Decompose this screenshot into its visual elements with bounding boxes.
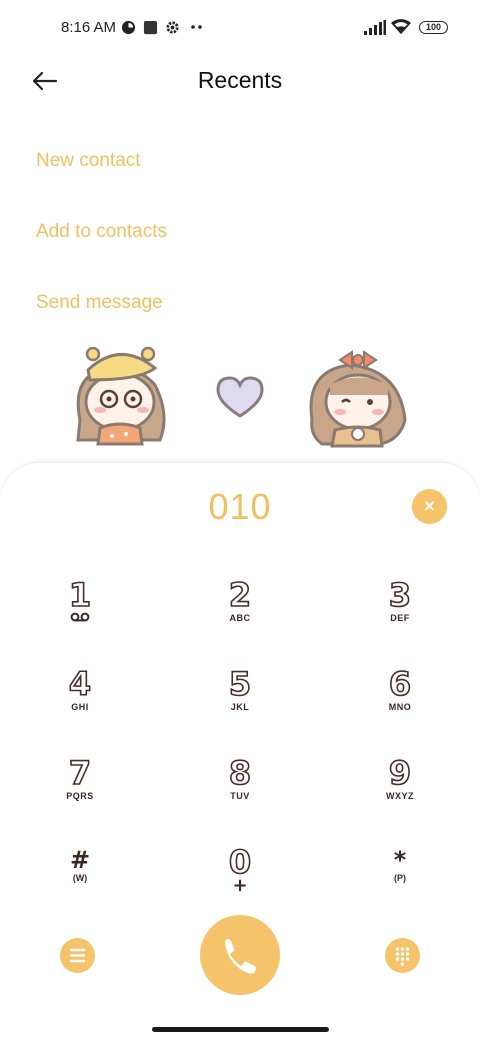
status-bar: 8:16 AM 100 [0,0,480,56]
phone-icon [225,939,256,974]
settings-gear-icon [166,21,179,34]
data-saver-icon [121,20,136,35]
key-7[interactable]: 7 PQRS [40,754,120,826]
key-5[interactable]: 5 JKL [200,665,280,737]
key-letters: (W) [72,873,88,883]
key-letters: + [232,875,248,896]
key-digit: 9 [388,754,412,792]
heart-icon [216,376,264,418]
menu-icon [69,948,86,963]
key-letters: WXYZ [386,791,414,801]
key-letters: PQRS [66,791,94,801]
new-contact-link[interactable]: New contact [36,150,141,172]
status-time: 8:16 AM [61,19,117,36]
page-title: Recents [197,67,283,93]
key-1[interactable]: 1 [40,576,120,648]
key-2[interactable]: 2 ABC [200,576,280,648]
dialpad-toggle-button[interactable] [385,938,420,973]
key-digit: 3 [388,576,412,614]
key-4[interactable]: 4 GHI [40,665,120,737]
signal-icon [364,20,386,35]
clear-digit-button[interactable]: × [412,489,447,524]
key-letters: JKL [230,702,250,712]
key-digit: # [69,846,91,874]
wifi-icon [391,19,411,34]
call-button[interactable] [200,915,280,995]
menu-button[interactable] [60,938,95,973]
key-digit: * [393,846,407,874]
key-digit: 8 [228,754,252,792]
key-digit: 1 [68,576,92,614]
theme-illustration [76,346,407,448]
key-digit: 6 [388,665,412,703]
key-letters: (P) [394,873,406,883]
key-star[interactable]: * (P) [360,847,440,917]
key-digit: 0 [228,843,252,881]
key-6[interactable]: 6 MNO [360,665,440,737]
battery-indicator: 100 [419,21,448,34]
key-digit: 4 [68,665,92,703]
key-digit: 5 [228,665,252,703]
key-hash[interactable]: # (W) [40,847,120,917]
dialpad-icon [395,947,410,966]
key-digit: 2 [228,576,252,614]
key-8[interactable]: 8 TUV [200,754,280,826]
key-letters: ABC [229,613,251,623]
key-9[interactable]: 9 WXYZ [360,754,440,826]
key-letters: MNO [388,702,412,712]
girl-with-bow-illustration [309,350,407,448]
more-notifications-icon [191,25,202,29]
key-3[interactable]: 3 DEF [360,576,440,648]
dialed-number[interactable]: 010 [0,486,480,528]
key-letters: GHI [71,702,89,712]
girl-with-beret-illustration [76,346,166,446]
key-digit: 7 [68,754,92,792]
send-message-link[interactable]: Send message [36,292,163,314]
key-letters: TUV [230,791,250,801]
key-0[interactable]: 0 + [200,843,280,915]
add-to-contacts-link[interactable]: Add to contacts [36,221,167,243]
app-square-icon [143,20,158,35]
home-indicator[interactable] [152,1027,329,1032]
key-letters: DEF [390,613,410,623]
